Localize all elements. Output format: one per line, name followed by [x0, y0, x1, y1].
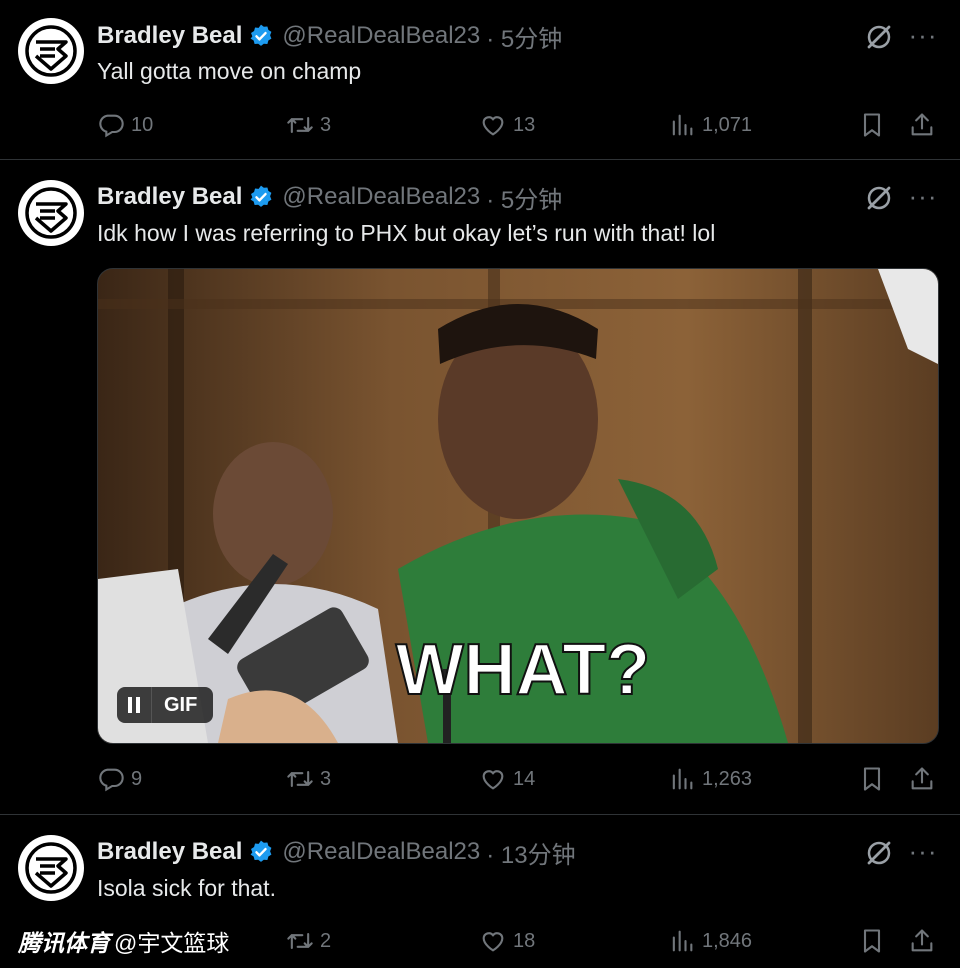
author-name[interactable]: Bradley Beal [97, 183, 242, 211]
bookmark-button[interactable] [858, 762, 886, 796]
avatar[interactable] [18, 18, 84, 84]
grok-icon[interactable] [864, 838, 894, 868]
more-icon[interactable]: ··· [908, 181, 938, 211]
reply-icon [97, 765, 125, 793]
more-icon[interactable]: ··· [908, 836, 938, 866]
gif-badge[interactable]: GIF [117, 687, 213, 723]
like-button[interactable]: 18 [479, 924, 535, 958]
reply-button[interactable]: 10 [97, 108, 153, 142]
verified-badge-icon [248, 23, 274, 49]
bookmark-icon [858, 765, 886, 793]
tweet-text: Yall gotta move on champ [97, 58, 362, 84]
watermark-brand: 腾讯体育 [18, 930, 110, 956]
reply-count: 10 [131, 113, 154, 136]
bb-logo-icon [25, 187, 77, 239]
bookmark-button[interactable] [858, 108, 886, 142]
share-icon [908, 111, 936, 139]
author-handle[interactable]: @RealDealBeal23 [282, 838, 480, 866]
share-button[interactable] [908, 924, 936, 958]
retweet-count: 2 [320, 929, 332, 952]
timestamp[interactable]: · 5分钟 [486, 180, 562, 215]
gif-badge-label: GIF [164, 693, 198, 716]
share-icon [908, 927, 936, 955]
retweet-button[interactable]: 3 [286, 108, 331, 142]
like-count: 13 [513, 113, 536, 136]
more-icon[interactable]: ··· [908, 20, 938, 50]
heart-icon [479, 111, 507, 139]
timestamp[interactable]: · 5分钟 [486, 19, 562, 54]
avatar[interactable] [18, 835, 84, 901]
reply-count: 9 [131, 767, 143, 790]
timestamp[interactable]: · 13分钟 [486, 835, 575, 870]
retweet-icon [286, 111, 314, 139]
bookmark-icon [858, 927, 886, 955]
views-button[interactable]: 1,263 [668, 762, 752, 796]
like-count: 14 [513, 767, 536, 790]
views-count: 1,263 [702, 767, 753, 790]
retweet-button[interactable]: 3 [286, 762, 331, 796]
views-icon [668, 111, 696, 139]
watermark-account: @宇文篮球 [114, 930, 230, 956]
share-icon [908, 765, 936, 793]
gif-frame-image: WHAT? [98, 269, 938, 743]
gif-media[interactable]: WHAT? GIF [97, 268, 939, 744]
bookmark-icon [858, 111, 886, 139]
views-button[interactable]: 1,071 [668, 108, 752, 142]
author-name[interactable]: Bradley Beal [97, 838, 242, 866]
bb-logo-icon [25, 842, 77, 894]
like-button[interactable]: 13 [479, 108, 535, 142]
views-icon [668, 927, 696, 955]
share-button[interactable] [908, 762, 936, 796]
retweet-icon [286, 927, 314, 955]
views-button[interactable]: 1,846 [668, 924, 752, 958]
gif-caption: WHAT? [396, 630, 651, 710]
like-button[interactable]: 14 [479, 762, 535, 796]
grok-icon[interactable] [864, 22, 894, 52]
pause-icon[interactable] [117, 687, 152, 723]
like-count: 18 [513, 929, 536, 952]
verified-badge-icon [248, 184, 274, 210]
retweet-icon [286, 765, 314, 793]
retweet-count: 3 [320, 767, 332, 790]
action-bar: 10 3 13 1,071 [0, 108, 960, 142]
bookmark-button[interactable] [858, 924, 886, 958]
action-bar: 9 3 14 1,263 [0, 762, 960, 796]
grok-icon[interactable] [864, 183, 894, 213]
tweet-text: Idk how I was referring to PHX but okay … [97, 220, 716, 246]
views-icon [668, 765, 696, 793]
author-handle[interactable]: @RealDealBeal23 [282, 183, 480, 211]
tweet-text: Isola sick for that. [97, 875, 276, 901]
tweet[interactable]: Bradley Beal @RealDealBeal23 · 5分钟 ··· Y… [0, 0, 960, 159]
views-count: 1,846 [702, 929, 753, 952]
reply-icon [97, 111, 125, 139]
retweet-button[interactable]: 2 [286, 924, 331, 958]
author-name[interactable]: Bradley Beal [97, 22, 242, 50]
heart-icon [479, 765, 507, 793]
avatar[interactable] [18, 180, 84, 246]
share-button[interactable] [908, 108, 936, 142]
retweet-count: 3 [320, 113, 332, 136]
heart-icon [479, 927, 507, 955]
views-count: 1,071 [702, 113, 753, 136]
author-handle[interactable]: @RealDealBeal23 [282, 22, 480, 50]
watermark: 腾讯体育 @宇文篮球 [18, 924, 229, 958]
tweet[interactable]: Bradley Beal @RealDealBeal23 · 5分钟 ··· I… [0, 160, 960, 814]
verified-badge-icon [248, 839, 274, 865]
bb-logo-icon [25, 25, 77, 77]
reply-button[interactable]: 9 [97, 762, 142, 796]
